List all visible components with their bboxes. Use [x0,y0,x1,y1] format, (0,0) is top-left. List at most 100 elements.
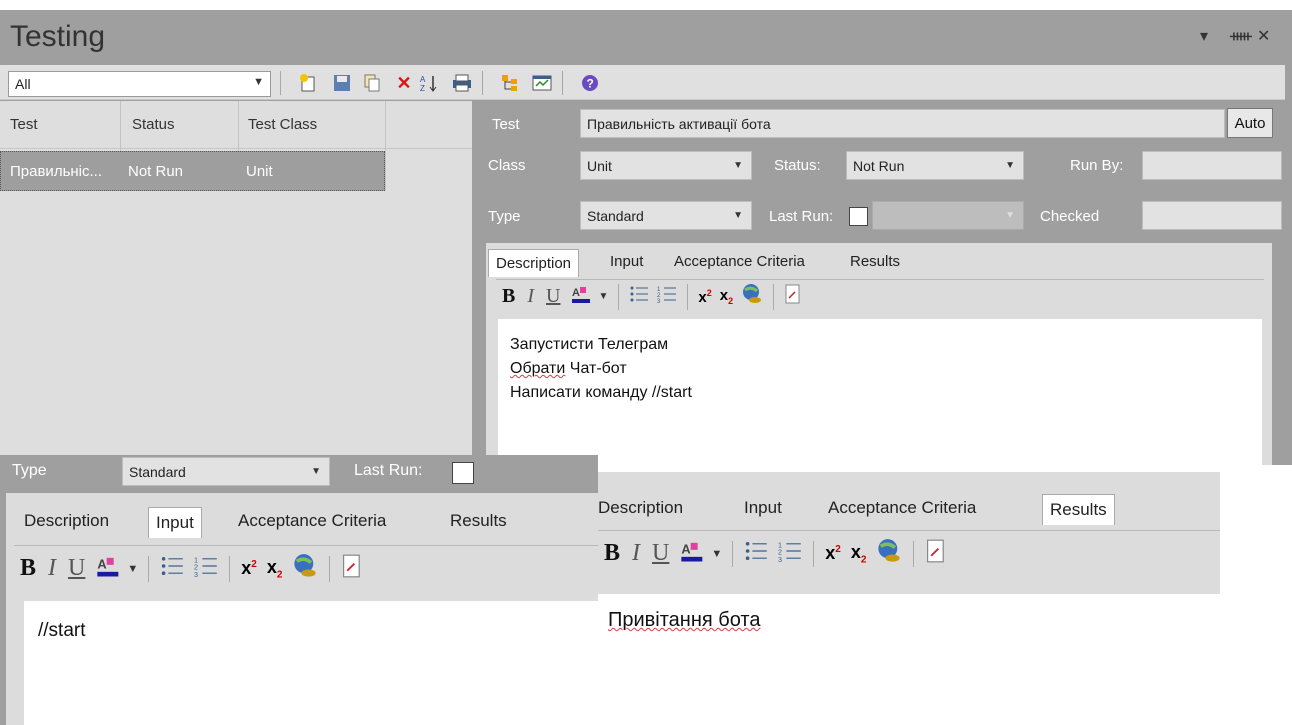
tab-description[interactable]: Description [24,511,109,531]
chevron-down-icon[interactable]: ▼ [127,563,138,575]
toolbar-separator [913,540,915,567]
bold-icon[interactable]: B [604,540,620,567]
tab-acceptance-criteria[interactable]: Acceptance Criteria [238,511,386,531]
font-color-icon[interactable]: A [95,554,123,583]
last-run-checkbox[interactable] [849,207,868,226]
superscript-icon[interactable]: x2 [698,288,711,306]
toolbar-separator [618,283,620,310]
underline-icon[interactable]: U [68,555,85,582]
tab-input[interactable]: Input [610,253,643,270]
save-icon[interactable] [330,71,354,95]
type-value: Standard [129,464,186,480]
col-header-test[interactable]: Test [10,116,38,133]
run-by-field[interactable] [1142,151,1282,180]
col-header-test-class[interactable]: Test Class [248,116,317,133]
superscript-icon[interactable]: x2 [241,558,257,579]
tab-acceptance-criteria[interactable]: Acceptance Criteria [674,253,805,270]
list-header: Test Status Test Class [0,101,472,149]
tab-description[interactable]: Description [488,249,580,277]
row-status: Not Run [128,163,184,180]
hyperlink-icon[interactable] [876,538,902,569]
chevron-down-icon: ▼ [733,160,743,171]
tab-acceptance-criteria[interactable]: Acceptance Criteria [828,498,976,518]
italic-icon[interactable]: I [527,285,534,308]
toolbar-separator [229,555,231,582]
underline-icon[interactable]: U [546,285,560,308]
subscript-icon[interactable]: x2 [267,557,283,581]
toolbar-separator [687,283,689,310]
title-bar: Testing ▾ ᚔ ✕ [0,10,1292,62]
filter-value: All [15,76,31,92]
input-editor[interactable]: //start [24,601,598,725]
numbered-list-icon[interactable]: 123 [778,540,802,567]
numbered-list-icon[interactable]: 123 [657,285,677,308]
font-color-icon[interactable]: A [570,284,594,309]
dropdown-menu-icon[interactable]: ▾ [1200,26,1208,46]
checked-field[interactable] [1142,201,1282,230]
results-editor[interactable]: Привітання бота [598,594,1220,725]
description-word-spellcheck: Обрати [510,360,566,377]
numbered-list-icon[interactable]: 123 [194,555,218,582]
table-row[interactable]: Правильніс... Not Run Unit [0,151,385,191]
chevron-down-icon[interactable]: ▼ [598,291,608,302]
tab-input[interactable]: Input [744,498,782,518]
svg-text:3: 3 [194,570,198,577]
subscript-icon[interactable]: x2 [720,287,733,306]
bold-icon[interactable]: B [502,285,515,308]
tab-results[interactable]: Results [1042,494,1115,525]
chevron-down-icon: ▼ [311,466,321,477]
status-label: Status: [774,157,821,174]
format-toolbar: B I U A ▼ 123 x2 x2 [496,279,1264,313]
tab-results[interactable]: Results [850,253,900,270]
pin-icon[interactable]: ᚔ [1230,26,1252,46]
copy-icon[interactable] [360,71,384,95]
type-value: Standard [587,208,644,224]
underline-icon[interactable]: U [652,540,669,567]
close-icon[interactable]: ✕ [1257,26,1270,46]
hyperlink-icon[interactable] [741,283,763,310]
test-name-field[interactable]: Правильність активації бота [580,109,1225,138]
help-icon[interactable]: ? [578,71,602,95]
delete-icon[interactable]: ✕ [392,71,416,95]
tab-results[interactable]: Results [450,511,507,531]
auto-button[interactable]: Auto [1227,108,1273,138]
document-icon[interactable] [341,554,363,583]
italic-icon[interactable]: I [632,540,640,567]
results-tab-panel: Description Input Acceptance Criteria Re… [598,472,1220,725]
sort-az-icon[interactable]: AZ [417,71,441,95]
col-header-status[interactable]: Status [132,116,175,133]
status-select[interactable]: Not Run ▼ [846,151,1024,180]
toolbar-separator [148,555,150,582]
document-icon[interactable] [784,284,802,309]
italic-icon[interactable]: I [48,555,56,582]
chevron-down-icon[interactable]: ▼ [711,548,722,560]
format-toolbar: B I U A ▼ 123 x2 x2 [598,530,1220,576]
right-border [1285,65,1292,465]
svg-text:A: A [420,75,426,84]
bullet-list-icon[interactable] [629,285,649,308]
document-icon[interactable] [925,539,947,568]
print-icon[interactable] [450,71,474,95]
subscript-icon[interactable]: x2 [851,542,867,566]
type-select[interactable]: Standard ▼ [580,201,752,230]
test-script-icon[interactable] [530,71,554,95]
hyperlink-icon[interactable] [292,553,318,584]
type-select[interactable]: Standard ▼ [122,457,330,486]
new-test-icon[interactable] [296,71,320,95]
class-select[interactable]: Unit ▼ [580,151,752,180]
tab-input[interactable]: Input [148,507,202,538]
bullet-list-icon[interactable] [744,540,768,567]
font-color-icon[interactable]: A [679,539,707,568]
filter-select[interactable]: All ▼ [8,71,271,97]
chevron-down-icon: ▼ [1005,160,1015,171]
bold-icon[interactable]: B [20,555,36,582]
svg-text:A: A [682,541,691,556]
hierarchy-icon[interactable] [498,71,522,95]
bullet-list-icon[interactable] [160,555,184,582]
superscript-icon[interactable]: x2 [825,543,841,564]
last-run-date: ▼ [872,201,1024,230]
description-editor[interactable]: Запустисти Телеграм Обрати Чат-бот Напис… [498,319,1262,465]
svg-text:3: 3 [778,555,782,562]
last-run-checkbox[interactable] [452,462,474,484]
tab-description[interactable]: Description [598,498,683,518]
